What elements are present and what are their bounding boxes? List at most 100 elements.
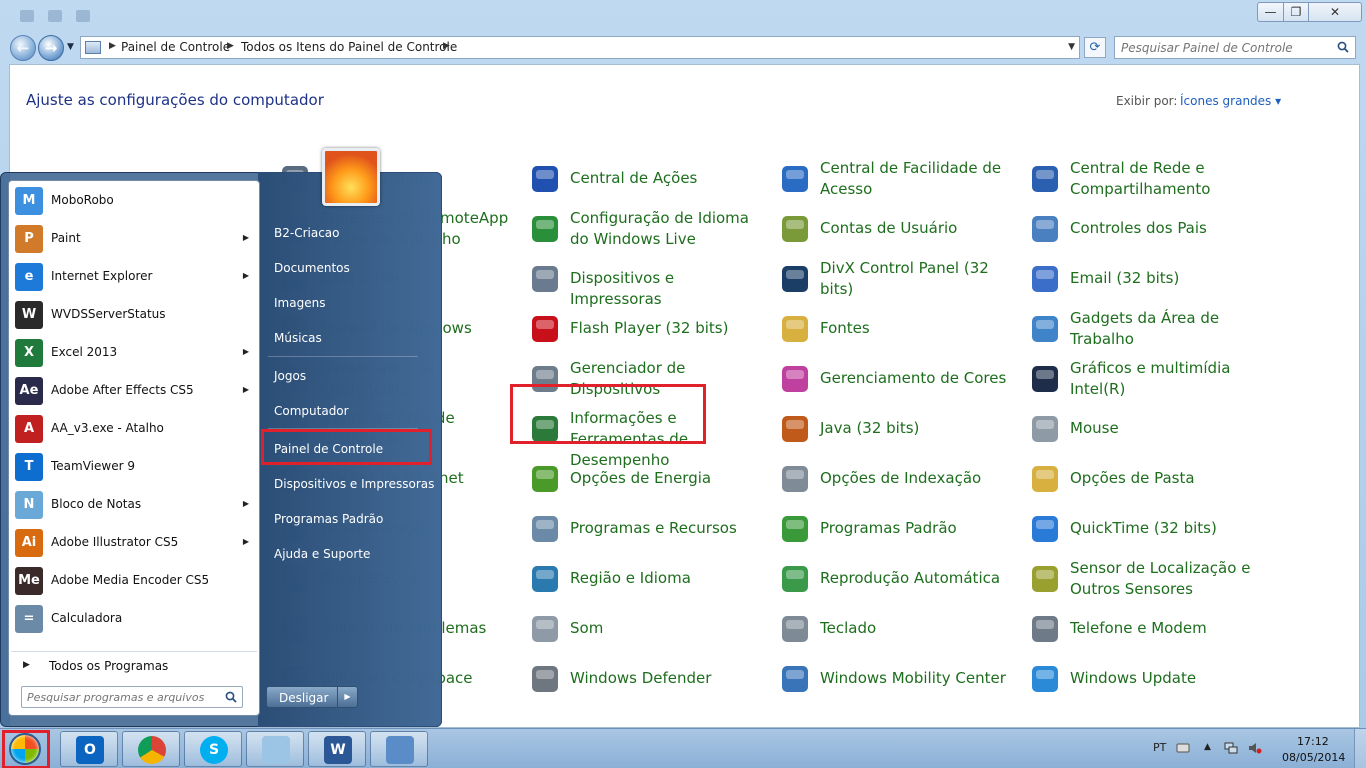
taskbar-outlook-button[interactable]: O <box>60 731 118 767</box>
back-button[interactable]: ← <box>10 35 36 61</box>
sm-link-computer[interactable]: Computador <box>274 404 349 418</box>
submenu-arrow-icon[interactable]: ▶ <box>243 233 249 242</box>
show-desktop-button[interactable] <box>1354 729 1366 768</box>
cp-item[interactable]: Teclado <box>778 608 1018 656</box>
volume-muted-icon[interactable] <box>1248 742 1262 754</box>
all-programs-button[interactable]: ▶ Todos os Programas <box>11 651 257 679</box>
cp-item[interactable]: Reprodução Automática <box>778 558 1018 606</box>
breadcrumb-painel[interactable]: Painel de Controle <box>121 40 230 54</box>
cp-item[interactable]: Configuração de Idioma do Windows Live <box>528 208 768 256</box>
cp-item[interactable]: Mouse <box>1028 408 1268 456</box>
address-bar[interactable]: ▶ Painel de Controle ▶ Todos os Itens do… <box>80 36 1080 59</box>
cp-item[interactable]: Flash Player (32 bits) <box>528 308 768 356</box>
taskbar-word-button[interactable]: W <box>308 731 366 767</box>
address-dropdown-icon[interactable]: ▼ <box>1068 42 1075 52</box>
keyboard-tray-icon[interactable] <box>1176 742 1190 754</box>
search-icon[interactable] <box>225 691 237 703</box>
start-program-item[interactable]: = Calculadora <box>11 601 257 637</box>
taskbar-chrome-button[interactable] <box>122 731 180 767</box>
clock-date[interactable]: 08/05/2014 <box>1282 751 1345 764</box>
cp-item[interactable]: Email (32 bits) <box>1028 258 1268 306</box>
cp-item[interactable]: Som <box>528 608 768 656</box>
sm-link-images[interactable]: Imagens <box>274 296 325 310</box>
view-by-dropdown[interactable]: Ícones grandes ▾ <box>1180 94 1281 108</box>
start-program-item[interactable]: N Bloco de Notas ▶ <box>11 487 257 523</box>
forward-button[interactable]: → <box>38 35 64 61</box>
breadcrumb-separator-icon[interactable]: ▶ <box>443 41 450 51</box>
cp-item[interactable]: QuickTime (32 bits) <box>1028 508 1268 556</box>
start-search-input[interactable] <box>27 690 217 704</box>
cp-item[interactable]: Fontes <box>778 308 1018 356</box>
sm-link-user[interactable]: B2-Criacao <box>274 226 340 240</box>
cp-item[interactable]: Opções de Energia <box>528 458 768 506</box>
sm-link-games[interactable]: Jogos <box>274 369 306 383</box>
cp-item[interactable]: Dispositivos e Impressoras <box>528 258 768 308</box>
clock-time[interactable]: 17:12 <box>1297 735 1329 748</box>
start-program-item[interactable]: Me Adobe Media Encoder CS5 <box>11 563 257 599</box>
cp-item[interactable]: Opções de Pasta <box>1028 458 1268 506</box>
cp-item[interactable]: Central de Facilidade de Acesso <box>778 158 1018 206</box>
breadcrumb-separator-icon[interactable]: ▶ <box>109 41 116 51</box>
cp-item[interactable]: Gráficos e multimídia Intel(R) <box>1028 358 1268 406</box>
cp-item[interactable]: Central de Rede e Compartilhamento <box>1028 158 1268 206</box>
shutdown-button[interactable]: Desligar ▶ <box>266 686 358 708</box>
search-icon[interactable] <box>1337 41 1349 53</box>
close-button[interactable]: ✕ <box>1308 2 1362 22</box>
minimize-button[interactable]: — <box>1257 2 1284 22</box>
qa-new-folder-icon[interactable] <box>48 10 62 22</box>
taskbar-control-panel-button[interactable] <box>370 731 428 767</box>
submenu-arrow-icon[interactable]: ▶ <box>243 499 249 508</box>
search-input[interactable] <box>1121 40 1331 56</box>
breadcrumb-todos-itens[interactable]: Todos os Itens do Painel de Controle <box>241 40 457 54</box>
submenu-arrow-icon[interactable]: ▶ <box>243 385 249 394</box>
recent-pages-dropdown-icon[interactable]: ▼ <box>67 42 74 52</box>
qa-undo-icon[interactable] <box>76 10 90 22</box>
cp-item[interactable]: Programas e Recursos <box>528 508 768 556</box>
cp-item[interactable]: Sensor de Localização e Outros Sensores <box>1028 558 1268 606</box>
start-program-item[interactable]: Ae Adobe After Effects CS5 ▶ <box>11 373 257 409</box>
cp-item[interactable]: Opções de Indexação <box>778 458 1018 506</box>
submenu-arrow-icon[interactable]: ▶ <box>243 537 249 546</box>
start-program-item[interactable]: A AA_v3.exe - Atalho <box>11 411 257 447</box>
cp-item[interactable]: Gerenciamento de Cores <box>778 358 1018 406</box>
cp-item[interactable]: Windows Defender <box>528 658 768 706</box>
breadcrumb-separator-icon[interactable]: ▶ <box>227 41 234 51</box>
user-avatar[interactable] <box>322 148 380 206</box>
sm-link-devices[interactable]: Dispositivos e Impressoras <box>274 477 434 491</box>
refresh-button[interactable]: ⟳ <box>1084 37 1106 58</box>
cp-item[interactable]: Java (32 bits) <box>778 408 1018 456</box>
cp-item[interactable]: Telefone e Modem <box>1028 608 1268 656</box>
submenu-arrow-icon[interactable]: ▶ <box>243 271 249 280</box>
start-program-item[interactable]: M MoboRobo <box>11 183 257 219</box>
sm-link-documents[interactable]: Documentos <box>274 261 350 275</box>
start-program-item[interactable]: T TeamViewer 9 <box>11 449 257 485</box>
start-search-box[interactable] <box>21 686 243 708</box>
start-program-item[interactable]: W WVDSServerStatus <box>11 297 257 333</box>
qa-properties-icon[interactable] <box>20 10 34 22</box>
taskbar-skype-button[interactable]: S <box>184 731 242 767</box>
cp-item[interactable]: Contas de Usuário <box>778 208 1018 256</box>
start-program-item[interactable]: X Excel 2013 ▶ <box>11 335 257 371</box>
taskbar-notepad-button[interactable] <box>246 731 304 767</box>
cp-item[interactable]: Central de Ações <box>528 158 768 206</box>
cp-item[interactable]: DivX Control Panel (32 bits) <box>778 258 1018 306</box>
start-program-item[interactable]: e Internet Explorer ▶ <box>11 259 257 295</box>
sm-link-default-programs[interactable]: Programas Padrão <box>274 512 383 526</box>
cp-item[interactable]: Windows Update <box>1028 658 1268 706</box>
cp-item[interactable]: Programas Padrão <box>778 508 1018 556</box>
cp-item[interactable]: Windows Mobility Center <box>778 658 1018 706</box>
show-hidden-icons-icon[interactable]: ▲ <box>1204 742 1218 754</box>
sm-link-help[interactable]: Ajuda e Suporte <box>274 547 370 561</box>
start-program-item[interactable]: Ai Adobe Illustrator CS5 ▶ <box>11 525 257 561</box>
sm-link-music[interactable]: Músicas <box>274 331 322 345</box>
language-indicator[interactable]: PT <box>1153 741 1166 754</box>
shutdown-options-arrow-icon[interactable]: ▶ <box>337 687 357 707</box>
submenu-arrow-icon[interactable]: ▶ <box>243 347 249 356</box>
cp-item[interactable]: Região e Idioma <box>528 558 768 606</box>
start-program-item[interactable]: P Paint ▶ <box>11 221 257 257</box>
cp-item[interactable]: Gadgets da Área de Trabalho <box>1028 308 1268 356</box>
maximize-button[interactable]: ❐ <box>1283 2 1309 22</box>
cp-item[interactable]: Controles dos Pais <box>1028 208 1268 256</box>
search-box[interactable] <box>1114 36 1356 59</box>
network-tray-icon[interactable] <box>1224 742 1238 754</box>
